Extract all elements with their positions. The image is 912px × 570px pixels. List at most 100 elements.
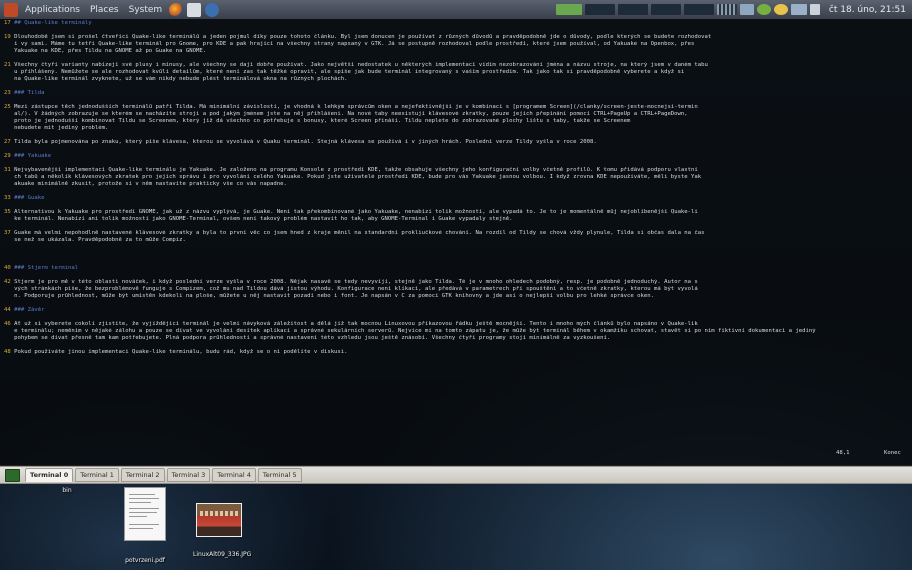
line-number: 25 [4, 104, 11, 110]
workspace-switcher-2[interactable] [584, 4, 615, 15]
line-text: ### Guake [14, 195, 45, 201]
vim-status-bar: 48,1 Konec [0, 450, 912, 460]
firefox-icon[interactable] [169, 2, 184, 17]
workspace-switcher-3[interactable] [617, 4, 648, 15]
line-text: u přihlášený. Nemůžete se ale rozhodovat… [4, 69, 685, 75]
terminal-line: nebudete mít jediný problém. [4, 125, 908, 132]
line-number: 46 [4, 321, 11, 327]
terminal-line: ke terminál. Nenabízí ani tolik možností… [4, 216, 908, 223]
terminal-text[interactable]: 17 ## Quake-like terminály 19 Dlouhodobě … [0, 19, 912, 465]
terminal-line: na Quake-like terminál zvyknete, už se v… [4, 76, 908, 83]
menu-applications[interactable]: Applications [22, 5, 83, 15]
battery-icon[interactable] [790, 4, 807, 15]
network-icon[interactable] [739, 4, 754, 15]
line-number: 35 [4, 209, 11, 215]
line-number: 23 [4, 90, 11, 96]
pdf-label: potvrzeni.pdf [125, 557, 165, 564]
terminal-window[interactable]: 17 ## Quake-like terminály 19 Dlouhodobě … [0, 19, 912, 466]
line-text: akuake minimálně zkusit, protože si v ně… [4, 181, 287, 187]
line-text: Yakuake na KDE, přes Tildu na GNOME až p… [4, 48, 207, 54]
tab-terminal-5[interactable]: Terminal 5 [257, 468, 302, 482]
system-monitor-icon[interactable] [716, 4, 737, 15]
terminal-line: i vy sami. Máme tu tetři Quake-like term… [4, 41, 908, 48]
desktop-icon-jpg[interactable]: LinuxAlt09_336.JPG [193, 487, 251, 558]
line-text: i vy sami. Máme tu tetři Quake-like term… [4, 41, 695, 47]
line-text: Alternativou k Yakuake pro prostředí GNO… [14, 209, 698, 215]
line-text: se než se ukázala. Pravděpodobně za to m… [4, 237, 186, 243]
panel-clock[interactable]: čt 18. úno, 21:51 [829, 5, 906, 15]
terminal-line: ch tabů a několik klávesových zkratek pr… [4, 174, 908, 181]
volume-icon[interactable] [809, 4, 820, 15]
workspace-switcher-1[interactable] [555, 4, 582, 15]
line-text: Mezi zástupce těch jednodušších terminál… [14, 104, 698, 110]
line-text: n. Podporuje průhlednost, může být umíst… [4, 293, 654, 299]
terminal-heading-line: 29 ### Yakuake [4, 153, 908, 160]
line-number: 19 [4, 34, 11, 40]
menu-system[interactable]: System [126, 5, 166, 15]
desktop-icon-pdf[interactable]: potvrzeni.pdf [122, 487, 168, 564]
line-text: ## Quake-like terminály [14, 20, 92, 26]
cursor-position: 48,1 [836, 450, 850, 456]
chat-icon[interactable] [756, 4, 771, 15]
terminal-line: 27 Tilda byla pojmenována po znaku, kter… [4, 139, 908, 146]
tab-terminal-0[interactable]: Terminal 0 [25, 468, 74, 482]
pdf-file-icon [124, 487, 166, 541]
line-text: ke terminál. Nenabízí ani tolik možností… [4, 216, 513, 222]
terminal-line: 19 Dlouhodobě jsem si prošel čtveřici Qu… [4, 34, 908, 41]
scroll-position: Konec [884, 450, 901, 456]
terminal-line: 35 Alternativou k Yakuake pro prostředí … [4, 209, 908, 216]
distro-logo-icon[interactable] [4, 2, 18, 17]
terminal-line: al/). V žádných zobrazuje se kterém se n… [4, 111, 908, 118]
terminal-app-icon[interactable] [5, 468, 20, 482]
line-text: Dlouhodobě jsem si prošel čtveřici Quake… [14, 34, 712, 40]
line-text: Tilda byla pojmenována po znaku, který p… [14, 139, 597, 145]
help-icon[interactable] [205, 2, 220, 17]
terminal-line: u přihlášený. Nemůžete se ale rozhodovat… [4, 69, 908, 76]
tab-terminal-3[interactable]: Terminal 3 [166, 468, 211, 482]
terminal-line: akuake minimálně zkusit, protože si v ně… [4, 181, 908, 188]
mail-icon[interactable] [187, 2, 202, 17]
workspace-switcher-5[interactable] [683, 4, 714, 15]
line-text: vých stránkách píše, že bezproblémově fu… [4, 286, 698, 292]
line-text: ### Stjerm terminal [14, 265, 79, 271]
terminal-line: vých stránkách píše, že bezproblémově fu… [4, 286, 908, 293]
terminal-tab-bar: Terminal 0 Terminal 1 Terminal 2 Terminal 3… [0, 466, 912, 484]
line-number: 44 [4, 307, 11, 313]
terminal-heading-line: 44 ### Závěr [4, 307, 908, 314]
terminal-line: 31 Nejvybavenější implementací Quake-lik… [4, 167, 908, 174]
line-text: proto je jednodušší kombinovat Tildu se … [4, 118, 631, 124]
line-text: pohybem se dívat přesně tam kam potřebuj… [4, 335, 611, 341]
line-text: Guake má velmi nepohodlně nastavené kláv… [14, 230, 705, 236]
terminal-line: Yakuake na KDE, přes Tildu na GNOME až p… [4, 48, 908, 55]
terminal-line: 42 Stjerm je pro mě v této oblasti nováč… [4, 279, 908, 286]
panel-menus: Applications Places System [0, 0, 220, 19]
terminal-heading-line: 17 ## Quake-like terminály [4, 20, 908, 27]
menu-places[interactable]: Places [87, 5, 122, 15]
line-number: 40 [4, 265, 11, 271]
line-text: e terminálu; neměním v nějaké zálohu a p… [4, 328, 816, 334]
terminal-line: 25 Mezi zástupce těch jednodušších termi… [4, 104, 908, 111]
desktop-icon-bin[interactable]: bin [55, 487, 79, 501]
line-text: Pokud používáte jinou implementaci Quake… [14, 349, 348, 355]
terminal-line: 37 Guake má velmi nepohodlně nastavené k… [4, 230, 908, 237]
weather-icon[interactable] [773, 4, 788, 15]
line-text: al/). V žádných zobrazuje se kterém se n… [4, 111, 688, 117]
line-number: 31 [4, 167, 11, 173]
terminal-heading-line: 40 ### Stjerm terminal [4, 265, 908, 272]
line-text: nebudete mít jediný problém. [4, 125, 109, 131]
tab-terminal-4[interactable]: Terminal 4 [212, 468, 256, 482]
tab-terminal-2[interactable]: Terminal 2 [120, 468, 165, 482]
workspace-switcher-4[interactable] [650, 4, 681, 15]
tab-terminal-1[interactable]: Terminal 1 [75, 468, 119, 482]
top-panel: Applications Places System čt 18. úno, 2… [0, 0, 912, 20]
